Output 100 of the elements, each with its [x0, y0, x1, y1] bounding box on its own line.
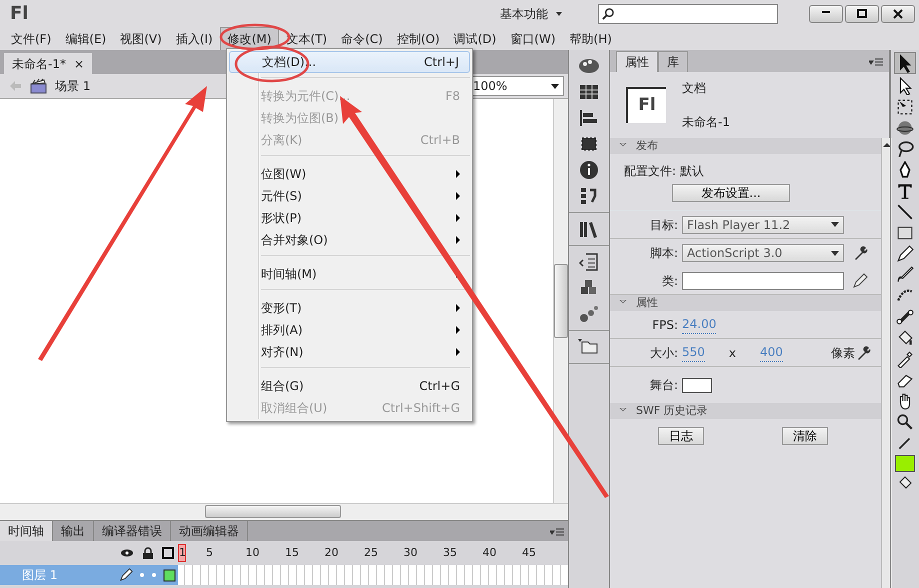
- panel-tab[interactable]: 编译器错误: [94, 521, 171, 541]
- triangle-icon: [618, 408, 628, 414]
- panel-menu-icon[interactable]: [869, 57, 883, 67]
- panel-tab[interactable]: 时间轴: [0, 521, 53, 541]
- menu-item[interactable]: 编辑(E): [58, 28, 114, 50]
- field-label: 舞台:: [648, 377, 679, 394]
- scrollbar[interactable]: [880, 138, 892, 588]
- menu-item[interactable]: 组合(G) Ctrl+G: [229, 375, 470, 397]
- eye-icon[interactable]: [120, 548, 134, 558]
- menu-item[interactable]: 文件(F): [4, 28, 58, 50]
- panel-tab[interactable]: 输出: [53, 521, 94, 541]
- maximize-icon: [857, 9, 867, 18]
- log-button[interactable]: 日志: [658, 427, 704, 445]
- menu-item[interactable]: 形状(P): [229, 207, 470, 229]
- caret-icon: [831, 250, 839, 256]
- pencil-icon[interactable]: [852, 272, 868, 288]
- tab-label: 未命名-1*: [12, 56, 66, 72]
- sphere-icon[interactable]: [896, 119, 914, 137]
- line-icon[interactable]: [896, 203, 914, 221]
- frame-number: 15: [285, 544, 300, 561]
- menu-item[interactable]: 插入(I): [168, 28, 220, 50]
- code-icon[interactable]: [578, 252, 600, 272]
- frame-number: 40: [482, 544, 498, 561]
- close-button[interactable]: [881, 4, 915, 22]
- menu-item[interactable]: 帮助(H): [562, 28, 619, 50]
- horizontal-scrollbar[interactable]: [0, 503, 568, 520]
- bone-icon[interactable]: [896, 308, 914, 326]
- menu-item[interactable]: 窗口(W): [503, 28, 563, 50]
- panel-tab[interactable]: 库: [658, 51, 688, 72]
- workspace-switcher[interactable]: 基本功能: [500, 4, 548, 22]
- dot-icon: [139, 572, 145, 578]
- document-name: 未命名-1: [682, 114, 730, 131]
- close-icon: [893, 8, 903, 18]
- caret-icon: [831, 222, 839, 227]
- zoom-icon[interactable]: [896, 413, 914, 431]
- brush-icon[interactable]: [896, 266, 914, 284]
- stage-color-swatch[interactable]: [682, 378, 712, 392]
- shortcut-label: Ctrl+J: [424, 54, 459, 71]
- frame-number: 30: [404, 544, 418, 561]
- lock-icon[interactable]: [142, 547, 154, 559]
- frame-number: 10: [246, 544, 260, 561]
- script-dropdown[interactable]: ActionScript 3.0: [682, 244, 844, 262]
- menu-item[interactable]: 调试(D): [446, 28, 504, 50]
- publish-settings-button[interactable]: 发布设置...: [672, 184, 790, 202]
- field-label: FPS:: [651, 316, 679, 334]
- menu-item[interactable]: 控制(O): [390, 28, 447, 50]
- minimize-button[interactable]: [809, 4, 843, 22]
- rectangle-icon[interactable]: [896, 224, 914, 242]
- target-dropdown[interactable]: Flash Player 11.2: [682, 216, 844, 234]
- menu-item[interactable]: 对齐(N): [229, 341, 470, 363]
- bubbles-icon[interactable]: [578, 304, 600, 324]
- search-icon: [602, 8, 614, 20]
- free-transform-icon[interactable]: [896, 98, 914, 116]
- dot-icon: [151, 572, 157, 578]
- text-tool-icon[interactable]: [896, 182, 914, 200]
- playhead[interactable]: 1: [178, 544, 186, 562]
- document-tab[interactable]: 未命名-1* ×: [4, 53, 92, 74]
- menu-item[interactable]: 合并对象(O): [229, 229, 470, 251]
- library-icon[interactable]: [578, 219, 600, 239]
- field-label: 目标:: [648, 216, 679, 234]
- menu-item[interactable]: 视图(V): [113, 28, 169, 50]
- field-label: 配置文件:: [624, 163, 676, 180]
- menu-item[interactable]: 排列(A): [229, 319, 470, 341]
- frame-number: 25: [364, 544, 379, 561]
- panel-tab[interactable]: 属性: [616, 51, 658, 72]
- class-input[interactable]: [682, 272, 844, 290]
- section-header[interactable]: 属性: [610, 295, 881, 311]
- close-button[interactable]: ×: [74, 54, 84, 72]
- vertical-scrollbar[interactable]: [553, 99, 568, 503]
- maximize-button[interactable]: [845, 4, 879, 22]
- color-palette-icon[interactable]: [578, 56, 600, 76]
- panel-menu-icon[interactable]: [550, 527, 564, 537]
- frame-number: 45: [522, 544, 537, 561]
- menu-item[interactable]: 元件(S): [229, 185, 470, 207]
- search-field[interactable]: [598, 4, 778, 24]
- shortcut-label: Ctrl+Shift+G: [382, 400, 460, 417]
- menu-item[interactable]: 命令(C): [334, 28, 390, 50]
- pencil-icon[interactable]: [896, 245, 914, 263]
- caret-icon: [551, 84, 559, 88]
- section-header[interactable]: 发布: [610, 138, 881, 154]
- frame-number: 20: [324, 544, 340, 561]
- align-icon[interactable]: [578, 108, 600, 128]
- clear-button[interactable]: 清除: [782, 427, 828, 445]
- menu-item[interactable]: 变形(T): [229, 297, 470, 319]
- eyedropper-icon[interactable]: [896, 350, 914, 368]
- scroll-up-icon[interactable]: [882, 141, 892, 149]
- paint-bucket-icon[interactable]: [896, 329, 914, 347]
- panel-tab[interactable]: 动画编辑器: [171, 521, 248, 541]
- times-sign: x: [728, 344, 736, 362]
- caret-icon[interactable]: [556, 12, 562, 16]
- fill-bucket-icon[interactable]: [897, 475, 913, 491]
- info-icon[interactable]: [578, 160, 600, 180]
- shortcut-label: Ctrl+B: [420, 132, 460, 149]
- stroke-color-swatch[interactable]: [895, 455, 915, 472]
- grid-icon[interactable]: [578, 82, 600, 102]
- lasso-icon[interactable]: [896, 140, 914, 158]
- menu-item[interactable]: 位图(W): [229, 163, 470, 185]
- outline-icon[interactable]: [162, 547, 174, 559]
- section-header[interactable]: SWF 历史记录: [610, 403, 881, 419]
- triangle-icon: [618, 300, 628, 306]
